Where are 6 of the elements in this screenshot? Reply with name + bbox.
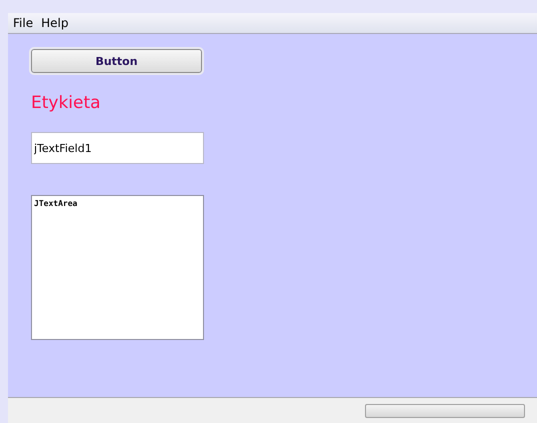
button[interactable]: Button [31,49,202,73]
menu-item[interactable]: File [12,16,34,30]
text-area[interactable]: JTextArea [31,195,204,340]
text-field[interactable]: jTextField1 [31,132,204,164]
menu-item[interactable]: Help [40,16,70,30]
label: Etykieta [31,93,101,113]
